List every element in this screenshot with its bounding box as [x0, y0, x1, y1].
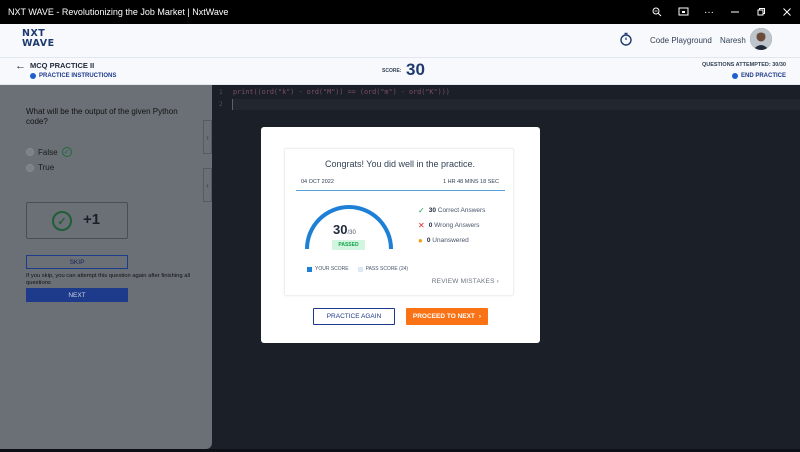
radio-button[interactable] [26, 148, 34, 156]
unanswered-count: 0 [426, 237, 431, 244]
proceed-label: PROCEED TO NEXT [412, 313, 475, 320]
divider [296, 190, 505, 191]
correct-check-icon: ✓ [61, 147, 72, 157]
status-badge: PASSED [332, 240, 365, 250]
chevron-right-icon: › [478, 313, 482, 320]
end-practice-button[interactable]: END PRACTICE [731, 73, 786, 79]
next-button[interactable]: NEXT [26, 288, 128, 302]
congrats-message: Congrats! You did well in the practice. [324, 159, 476, 169]
check-icon: ✓ [418, 206, 425, 215]
active-line[interactable] [232, 99, 800, 110]
wrong-stat: ✕ 0 Wrong Answers [418, 221, 480, 230]
chevron-right-icon: › [206, 132, 209, 142]
legend-pass-score: PASS SCORE (24) [365, 266, 409, 272]
collapse-handle[interactable]: ‹ [203, 168, 212, 202]
question-panel: What will be the output of the given Pyt… [0, 85, 212, 449]
zoom-icon[interactable] [644, 0, 670, 24]
page-title: MCQ PRACTICE II [30, 61, 95, 70]
gauge-score-total: /30 [347, 230, 356, 236]
window-titlebar: NXT WAVE - Revolutionizing the Job Marke… [0, 0, 800, 24]
minimize-icon[interactable] [722, 0, 748, 24]
points-value: +1 [83, 211, 101, 228]
unanswered-stat: ● 0 Unanswered [418, 236, 469, 245]
legend-swatch-your [307, 266, 312, 272]
more-icon[interactable]: ··· [696, 0, 722, 24]
dot-icon: ● [418, 236, 423, 245]
code-playground-link[interactable]: Code Playground [650, 36, 712, 45]
nxtwave-logo[interactable]: NXT WAVE [22, 29, 57, 50]
logo-line2: WAVE [22, 38, 55, 49]
review-mistakes-label: REVIEW MISTAKES [431, 278, 495, 285]
gauge-score-value: 30 [333, 222, 348, 237]
question-text: What will be the output of the given Pyt… [26, 107, 178, 126]
wrong-label: Wrong Answers [434, 222, 480, 229]
user-name[interactable]: Naresh [720, 36, 746, 45]
skip-button[interactable]: SKIP [26, 255, 128, 269]
correct-count: 30 [428, 207, 436, 214]
chevron-left-icon: ‹ [206, 180, 209, 190]
radio-button[interactable] [26, 163, 34, 172]
end-practice-label: END PRACTICE [740, 73, 786, 79]
correct-label: Correct Answers [437, 207, 486, 214]
line-gutter [212, 85, 232, 449]
wrong-count: 0 [428, 222, 433, 229]
line-number: 2 [219, 101, 223, 108]
check-circle-icon: ✓ [52, 211, 72, 231]
score-legend: YOUR SCORE PASS SCORE (24) [307, 266, 408, 272]
result-date: 04 OCT 2022 [301, 179, 334, 185]
close-icon[interactable] [774, 0, 800, 24]
score-label: SCORE: [382, 68, 402, 74]
stopwatch-icon[interactable] [619, 32, 633, 46]
expand-handle[interactable]: › [203, 120, 212, 154]
option-label: False [38, 147, 58, 157]
cross-icon: ✕ [418, 221, 425, 230]
option-false[interactable]: False ✓ [26, 147, 72, 157]
chevron-right-icon: › [496, 278, 499, 285]
legend-your-score: YOUR SCORE [315, 266, 349, 272]
proceed-to-next-button[interactable]: PROCEED TO NEXT › [406, 308, 488, 325]
result-card: Congrats! You did well in the practice. … [284, 148, 514, 296]
avatar[interactable] [750, 28, 772, 50]
practice-instructions-link[interactable]: PRACTICE INSTRUCTIONS [30, 73, 116, 79]
back-arrow-icon[interactable]: ← [15, 60, 26, 72]
option-true[interactable]: True [26, 163, 54, 172]
score-value: 30 [406, 60, 425, 79]
correct-stat: ✓ 30 Correct Answers [418, 206, 485, 215]
practice-instructions-label: PRACTICE INSTRUCTIONS [39, 73, 117, 79]
code-line[interactable]: print((ord("k") - ord("M")) == (ord("m")… [233, 88, 450, 96]
questions-attempted: QUESTIONS ATTEMPTED: 30/30 [701, 62, 786, 68]
line-number: 1 [219, 89, 223, 96]
legend-swatch-pass [357, 266, 363, 272]
review-mistakes-link[interactable]: REVIEW MISTAKES › [432, 278, 499, 285]
points-card: ✓ +1 [26, 202, 128, 239]
skip-note: If you skip, you can attempt this questi… [26, 273, 191, 286]
unanswered-label: Unanswered [432, 237, 469, 244]
gauge-score: 30/30 [333, 222, 356, 237]
practice-subheader: ← MCQ PRACTICE II PRACTICE INSTRUCTIONS … [0, 58, 800, 85]
result-duration: 1 HR 48 MINS 18 SEC [443, 179, 499, 185]
window-title: NXT WAVE - Revolutionizing the Job Marke… [8, 7, 229, 17]
cast-icon[interactable] [670, 0, 696, 24]
practice-again-button[interactable]: PRACTICE AGAIN [313, 308, 395, 325]
end-practice-icon [731, 73, 738, 79]
option-label: True [38, 163, 55, 172]
info-icon [30, 73, 36, 79]
restore-icon[interactable] [748, 0, 774, 24]
app-header: NXT WAVE Code Playground Naresh [0, 24, 800, 58]
